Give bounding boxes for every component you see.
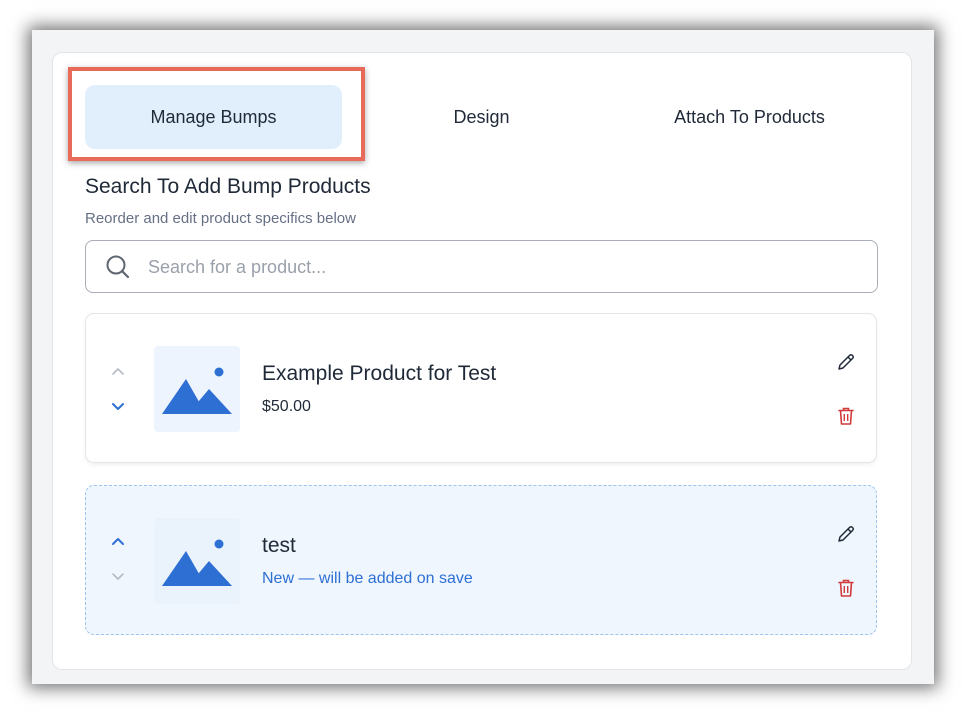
bump-product-row: Example Product for Test $50.00 xyxy=(85,313,877,463)
move-up-chevron-icon[interactable] xyxy=(108,362,128,382)
product-new-status: New — will be added on save xyxy=(262,570,473,587)
edit-pencil-icon[interactable] xyxy=(836,352,856,372)
edit-pencil-icon[interactable] xyxy=(836,524,856,544)
tab-design[interactable]: Design xyxy=(353,85,610,149)
product-search-box[interactable] xyxy=(85,240,878,293)
move-down-chevron-icon[interactable] xyxy=(108,396,128,416)
product-name: Example Product for Test xyxy=(262,362,497,385)
image-placeholder-icon xyxy=(162,367,232,414)
product-thumbnail xyxy=(154,518,240,604)
product-name: test xyxy=(262,534,296,557)
product-price: $50.00 xyxy=(262,398,311,415)
tab-attach-to-products[interactable]: Attach To Products xyxy=(621,85,878,149)
delete-trash-icon[interactable] xyxy=(837,578,855,598)
tab-manage-bumps[interactable]: Manage Bumps xyxy=(85,85,342,149)
bump-settings-card: Manage Bumps Design Attach To Products S… xyxy=(52,52,912,670)
move-up-chevron-icon[interactable] xyxy=(108,532,128,552)
delete-trash-icon[interactable] xyxy=(837,406,855,426)
section-title: Search To Add Bump Products xyxy=(85,175,371,198)
tab-bar: Manage Bumps Design Attach To Products xyxy=(53,53,911,183)
window-frame: Manage Bumps Design Attach To Products S… xyxy=(32,30,934,684)
search-input[interactable] xyxy=(146,253,850,281)
search-icon xyxy=(105,254,131,285)
section-subtitle: Reorder and edit product specifics below xyxy=(85,210,356,227)
bump-product-row-new: test New — will be added on save xyxy=(85,485,877,635)
move-down-chevron-icon[interactable] xyxy=(108,566,128,586)
product-thumbnail xyxy=(154,346,240,432)
image-placeholder-icon xyxy=(162,539,232,586)
